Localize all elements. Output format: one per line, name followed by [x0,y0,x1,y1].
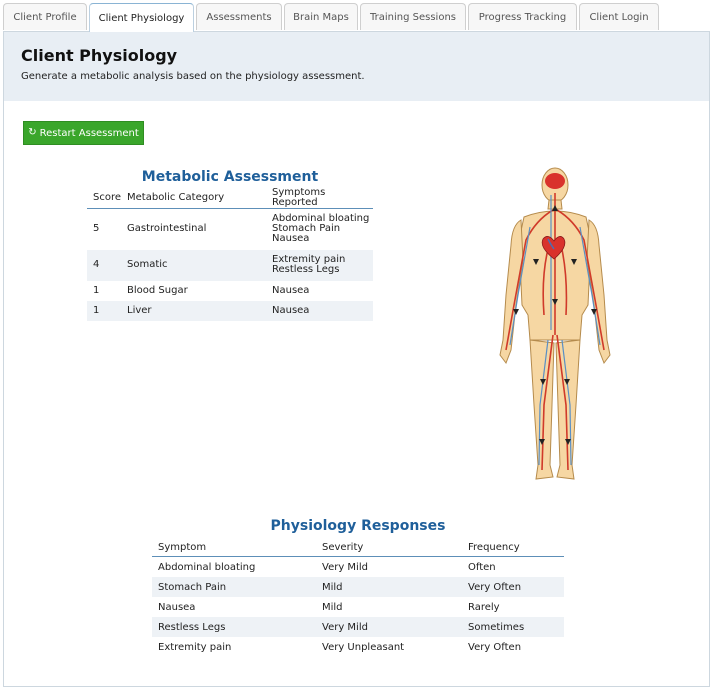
symptoms-cell: Extremity pain Restless Legs [266,250,373,281]
table-row: Abdominal bloating Very Mild Often [152,557,564,578]
tab-brain-maps[interactable]: Brain Maps [284,3,358,30]
restart-assessment-label: Restart Assessment [39,127,139,139]
table-row: 5 Gastrointestinal Abdominal bloating St… [87,209,373,250]
severity-cell: Very Mild [322,561,368,573]
score-cell: 5 [93,223,100,235]
symptom-cell: Extremity pain [158,641,232,653]
column-header-category: Metabolic Category [127,192,225,203]
column-header-symptoms: Symptoms Reported [272,187,326,208]
column-header-symptom: Symptom [158,541,207,553]
table-row: Stomach Pain Mild Very Often [152,577,564,597]
category-cell: Somatic [127,259,168,270]
circulatory-body-illustration [499,167,611,480]
severity-cell: Mild [322,601,343,613]
column-header-frequency: Frequency [468,541,520,553]
table-header-row: Score Metabolic Category Symptoms Report… [87,188,373,209]
severity-cell: Very Mild [322,621,368,633]
tab-client-login[interactable]: Client Login [579,3,659,30]
severity-cell: Very Unpleasant [322,641,405,653]
table-row: Nausea Mild Rarely [152,597,564,617]
frequency-cell: Sometimes [468,621,525,633]
table-row: 1 Blood Sugar Nausea [87,281,373,301]
tab-client-profile[interactable]: Client Profile [3,3,87,30]
symptom-line: Nausea [272,233,310,245]
table-row: 1 Liver Nausea [87,300,373,321]
table-row: 4 Somatic Extremity pain Restless Legs [87,249,373,281]
score-cell: 1 [93,284,100,296]
frequency-cell: Very Often [468,641,522,653]
page-subtitle: Generate a metabolic analysis based on t… [21,71,365,82]
physiology-responses-table: Symptom Severity Frequency Abdominal blo… [152,538,564,657]
symptom-cell: Abdominal bloating [158,561,256,573]
category-cell: Liver [127,304,152,316]
table-row: Extremity pain Very Unpleasant Very Ofte… [152,637,564,657]
symptoms-cell: Nausea [272,304,310,316]
page-title: Client Physiology [21,46,178,65]
frequency-cell: Rarely [468,601,500,613]
brain-shape [545,173,565,189]
category-cell: Gastrointestinal [127,223,207,235]
metabolic-assessment-table: Score Metabolic Category Symptoms Report… [87,188,373,321]
physiology-responses-title: Physiology Responses [270,518,446,534]
tab-bar: Client Profile Client Physiology Assessm… [0,3,717,32]
symptom-cell: Nausea [158,601,196,613]
tab-client-physiology[interactable]: Client Physiology [89,3,194,32]
column-header-severity: Severity [322,541,364,553]
metabolic-assessment-title: Metabolic Assessment [141,169,319,185]
symptoms-cell: Nausea [272,284,310,296]
symptoms-cell: Abdominal bloating Stomach Pain Nausea [266,209,373,250]
column-header-score: Score [93,192,122,203]
score-cell: 1 [93,304,100,316]
restart-assessment-button[interactable]: ↻ Restart Assessment [23,121,144,145]
frequency-cell: Often [468,561,496,573]
category-cell: Blood Sugar [127,284,188,296]
tab-progress-tracking[interactable]: Progress Tracking [468,3,577,30]
header-band: Client Physiology Generate a metabolic a… [4,32,709,101]
frequency-cell: Very Often [468,581,522,593]
physiology-panel: Client Physiology Generate a metabolic a… [3,31,710,687]
symptom-cell: Stomach Pain [158,581,227,593]
symptom-line: Restless Legs [272,264,340,275]
score-cell: 4 [93,259,100,270]
tab-assessments[interactable]: Assessments [196,3,282,30]
table-header-row: Symptom Severity Frequency [152,538,564,557]
severity-cell: Mild [322,581,343,593]
table-row: Restless Legs Very Mild Sometimes [152,617,564,637]
tab-training-sessions[interactable]: Training Sessions [360,3,466,30]
refresh-icon: ↻ [28,127,37,138]
symptom-cell: Restless Legs [158,621,226,633]
